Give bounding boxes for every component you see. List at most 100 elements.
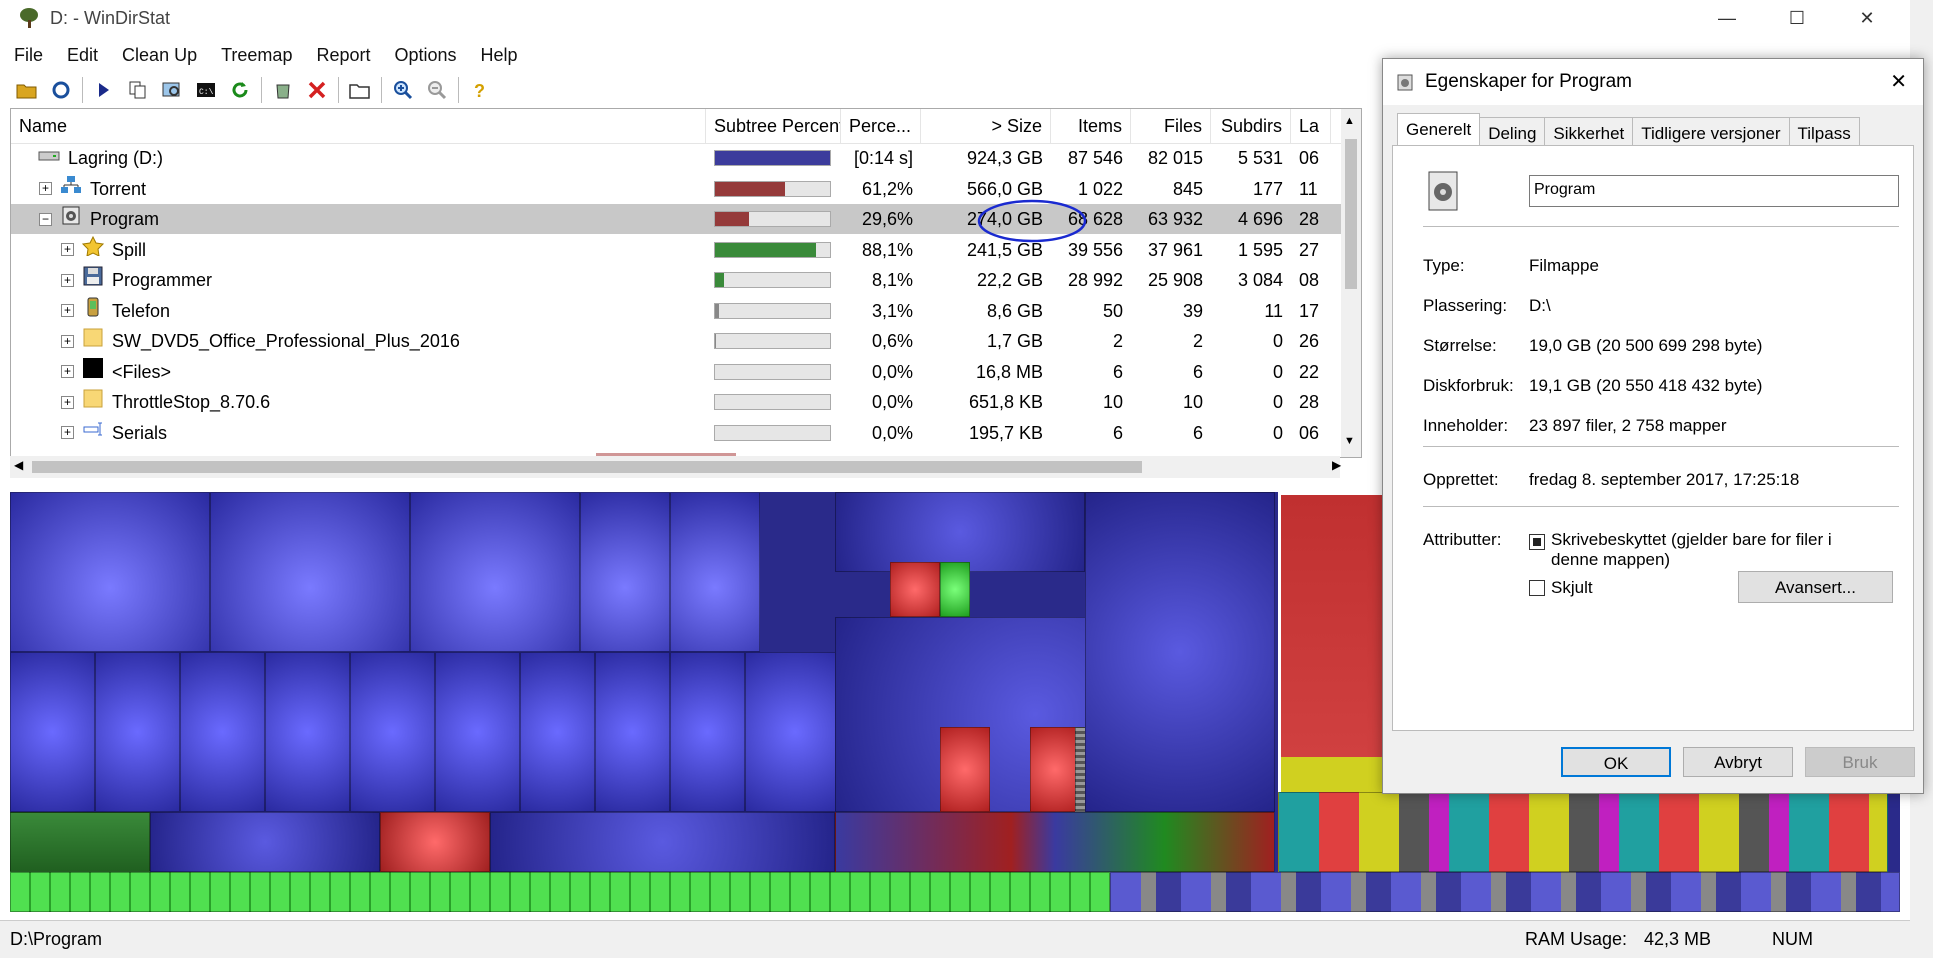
treemap-block[interactable] — [10, 872, 1110, 912]
horizontal-scroll-thumb[interactable] — [32, 461, 1142, 473]
command-prompt-icon[interactable]: C:\ — [193, 77, 219, 103]
treemap-block[interactable] — [835, 492, 1085, 572]
column-size[interactable]: > Size — [921, 109, 1051, 143]
refresh-all-icon[interactable] — [48, 77, 74, 103]
horizontal-scrollbar[interactable]: ◀ ▶ — [10, 456, 1341, 478]
treemap-block[interactable] — [670, 652, 745, 812]
column-files[interactable]: Files — [1131, 109, 1211, 143]
treemap-block[interactable] — [1030, 727, 1080, 812]
vertical-scroll-thumb[interactable] — [1345, 139, 1357, 289]
table-row[interactable]: − Program 29,6% 274,0 GB 68 628 63 932 4 696 28 — [11, 204, 1351, 234]
menu-edit[interactable]: Edit — [61, 45, 108, 66]
table-row[interactable]: + SW_DVD5_Office_Professional_Plus_2016 0,… — [11, 326, 1351, 356]
vertical-scrollbar[interactable]: ▲ ▼ — [1341, 109, 1361, 457]
column-last-change[interactable]: La — [1291, 109, 1331, 143]
expand-toggle[interactable]: − — [39, 212, 52, 226]
treemap-block[interactable] — [95, 652, 180, 812]
treemap-block[interactable] — [265, 652, 350, 812]
column-percent[interactable]: Perce... — [841, 109, 921, 143]
dialog-close-icon[interactable]: ✕ — [1890, 69, 1907, 94]
scroll-down-icon[interactable]: ▼ — [1344, 435, 1355, 447]
hidden-checkbox[interactable] — [1529, 580, 1545, 596]
treemap-block[interactable] — [940, 727, 990, 812]
menu-file[interactable]: File — [8, 45, 53, 66]
dialog-title-bar[interactable]: Egenskaper for Program ✕ — [1383, 59, 1923, 105]
treemap-block[interactable] — [380, 812, 490, 872]
table-row[interactable]: + Serials 0,0% 195,7 KB 6 6 0 06 — [11, 418, 1351, 448]
treemap-block[interactable] — [410, 492, 580, 652]
column-name[interactable]: Name — [11, 109, 706, 143]
open-folder-icon[interactable] — [14, 77, 40, 103]
treemap-block[interactable] — [180, 652, 265, 812]
folder-name-input[interactable]: Program — [1529, 175, 1899, 207]
expand-toggle[interactable]: + — [61, 426, 74, 439]
expand-toggle[interactable]: + — [61, 334, 74, 348]
treemap-block[interactable] — [940, 562, 970, 617]
expand-toggle[interactable]: + — [61, 243, 74, 256]
ok-button[interactable]: OK — [1561, 747, 1671, 777]
advanced-button[interactable]: Avansert... — [1738, 571, 1893, 603]
column-items[interactable]: Items — [1051, 109, 1131, 143]
treemap-block[interactable] — [490, 812, 835, 872]
expand-toggle[interactable]: + — [61, 273, 74, 287]
treemap-block[interactable] — [1110, 872, 1900, 912]
treemap-block[interactable] — [520, 652, 595, 812]
treemap-block[interactable] — [10, 652, 95, 812]
readonly-label[interactable]: Skrivebeskyttet (gjelder bare for filer … — [1551, 530, 1871, 570]
minimize-button[interactable]: — — [1692, 0, 1762, 36]
column-subdirs[interactable]: Subdirs — [1211, 109, 1291, 143]
menu-clean-up[interactable]: Clean Up — [116, 45, 207, 66]
treemap-block[interactable] — [745, 652, 845, 812]
expand-toggle[interactable]: + — [61, 304, 74, 317]
treemap-block[interactable] — [10, 492, 210, 652]
menu-report[interactable]: Report — [310, 45, 380, 66]
table-row[interactable]: + Spill 88,1% 241,5 GB 39 556 37 961 1 595 27 — [11, 235, 1351, 265]
recycle-bin-icon[interactable] — [270, 77, 296, 103]
scroll-up-icon[interactable]: ▲ — [1344, 115, 1355, 127]
treemap-block[interactable] — [435, 652, 520, 812]
hidden-label[interactable]: Skjult — [1551, 578, 1593, 598]
treemap-block[interactable] — [670, 492, 760, 652]
apply-button[interactable]: Bruk — [1805, 747, 1915, 777]
treemap-block[interactable] — [835, 812, 1275, 872]
maximize-button[interactable]: ☐ — [1762, 0, 1832, 36]
menu-help[interactable]: Help — [475, 45, 528, 66]
treemap-block[interactable] — [150, 812, 380, 872]
expand-toggle[interactable]: + — [61, 365, 74, 378]
play-icon[interactable] — [91, 77, 117, 103]
new-folder-icon[interactable] — [347, 77, 373, 103]
menu-options[interactable]: Options — [388, 45, 466, 66]
expand-toggle[interactable]: + — [39, 182, 52, 195]
expand-toggle[interactable]: + — [61, 395, 74, 409]
scroll-left-icon[interactable]: ◀ — [14, 458, 23, 472]
zoom-out-icon[interactable] — [424, 77, 450, 103]
zoom-in-icon[interactable] — [390, 77, 416, 103]
treemap-block[interactable] — [595, 652, 670, 812]
directory-list[interactable]: Name Subtree Percent... Perce... > Size … — [10, 108, 1362, 458]
treemap-block[interactable] — [10, 812, 150, 872]
cancel-button[interactable]: Avbryt — [1683, 747, 1793, 777]
treemap-block[interactable] — [1085, 492, 1275, 812]
treemap-block[interactable] — [580, 492, 670, 652]
table-row[interactable]: Lagring (D:) [0:14 s] 924,3 GB 87 546 82 015… — [11, 143, 1351, 173]
table-row[interactable]: + Torrent 61,2% 566,0 GB 1 022 845 177 11 — [11, 174, 1351, 204]
table-row[interactable]: + Telefon 3,1% 8,6 GB 50 39 11 17 — [11, 296, 1351, 326]
title-bar[interactable]: D: - WinDirStat — ☐ ✕ — [0, 0, 1910, 36]
menu-treemap[interactable]: Treemap — [215, 45, 302, 66]
help-icon[interactable]: ? — [467, 77, 493, 103]
treemap-block[interactable] — [890, 562, 940, 617]
copy-icon[interactable] — [125, 77, 151, 103]
treemap-block[interactable] — [1278, 792, 1888, 872]
table-row[interactable]: + Programmer 8,1% 22,2 GB 28 992 25 908 3 084 0… — [11, 265, 1351, 295]
column-subtree-percent[interactable]: Subtree Percent... — [706, 109, 841, 143]
readonly-checkbox[interactable] — [1529, 534, 1545, 550]
delete-icon[interactable] — [304, 77, 330, 103]
treemap-block[interactable] — [350, 652, 435, 812]
table-row[interactable]: + <Files> 0,0% 16,8 MB 6 6 0 22 — [11, 357, 1351, 387]
explorer-icon[interactable] — [159, 77, 185, 103]
scroll-right-icon[interactable]: ▶ — [1332, 458, 1341, 472]
table-row[interactable]: + ThrottleStop_8.70.6 0,0% 651,8 KB 10 10 0 28 — [11, 387, 1351, 417]
close-button[interactable]: ✕ — [1832, 0, 1902, 36]
treemap-block[interactable] — [210, 492, 410, 652]
refresh-selected-icon[interactable] — [227, 77, 253, 103]
